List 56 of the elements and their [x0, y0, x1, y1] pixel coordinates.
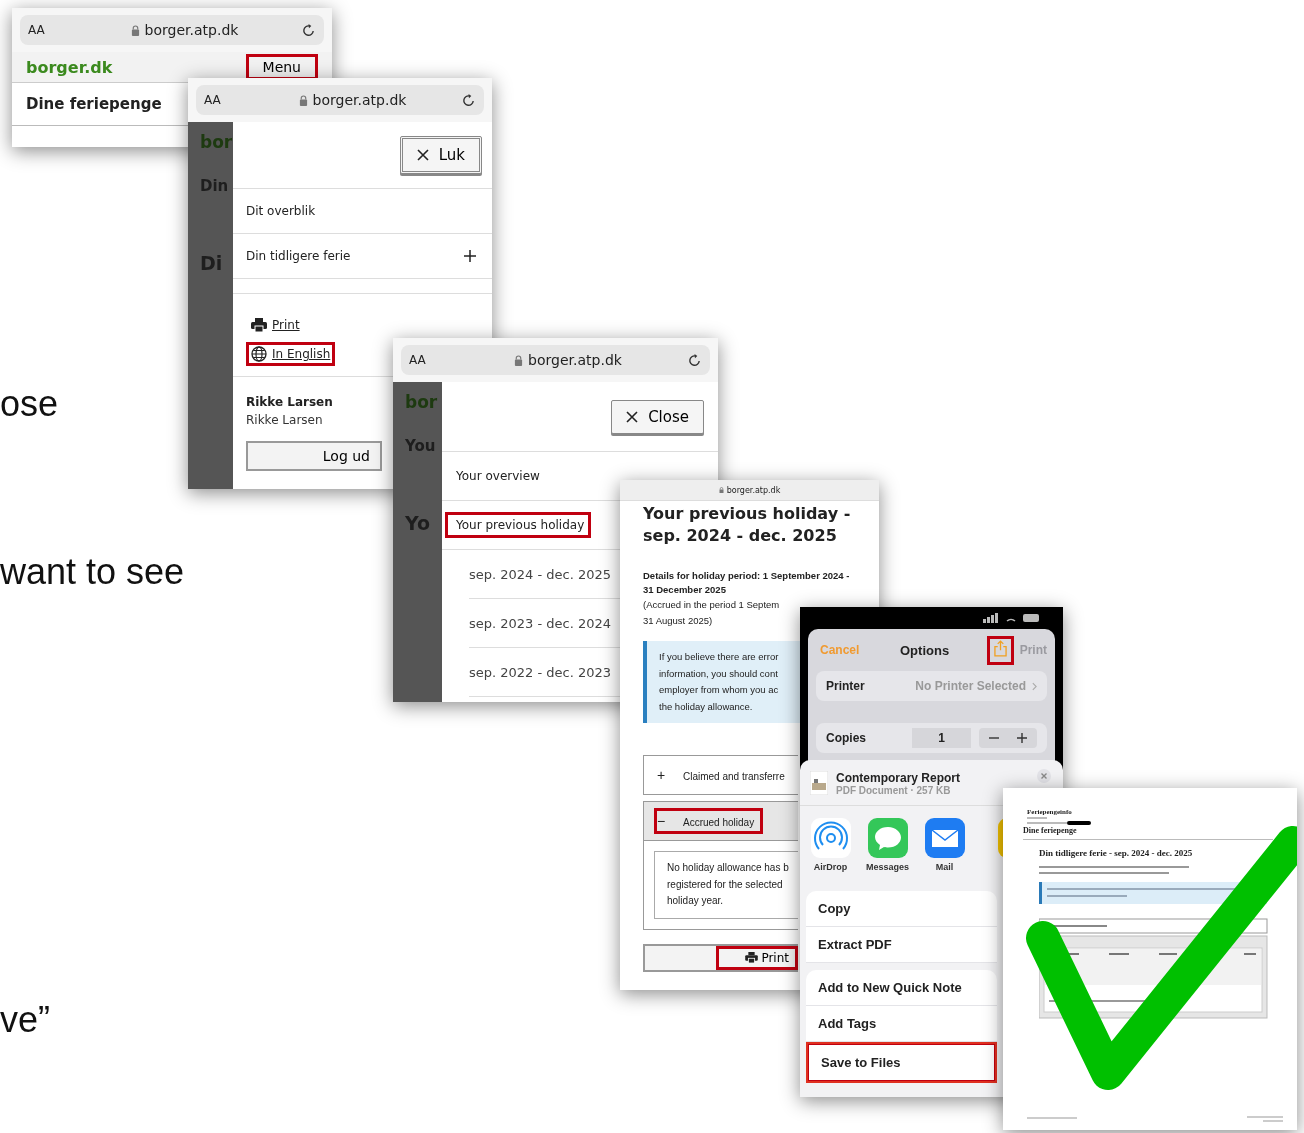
menu-item[interactable]: Dit overblik: [233, 189, 492, 234]
submenu-item[interactable]: sep. 2023 - dec. 2024: [469, 615, 612, 631]
page-fragment: bor: [200, 132, 233, 152]
address-bar[interactable]: AA borger.atp.dk: [196, 85, 484, 115]
empty-state-text: No holiday allowance has b: [667, 861, 790, 875]
print-link[interactable]: Print: [246, 314, 305, 336]
page-fragment: Di: [200, 252, 223, 274]
empty-state-text: registered for the selected: [667, 877, 784, 892]
language-link[interactable]: In English: [246, 342, 336, 366]
document-text: Dine feriepenge: [1023, 826, 1273, 840]
print-button[interactable]: Print: [643, 943, 798, 972]
share-action[interactable]: Add Tags: [806, 1006, 997, 1042]
share-action[interactable]: Copy: [806, 891, 997, 927]
user-name: Rikke Larsen: [246, 395, 333, 409]
share-action[interactable]: Save to Files: [806, 1042, 997, 1083]
close-button[interactable]: Close: [611, 399, 704, 434]
close-button[interactable]: Luk: [399, 136, 482, 174]
share-action[interactable]: Add to New Quick Note: [806, 970, 997, 1006]
submenu-item[interactable]: sep. 2024 - dec. 2025: [469, 566, 612, 582]
address-bar[interactable]: borger.atp.dk: [718, 485, 781, 495]
empty-state-text: holiday year.: [667, 894, 725, 908]
notice-text: the holiday allowance.: [659, 699, 754, 714]
notice-text: employer from whom you ac: [659, 683, 780, 697]
printer-row[interactable]: Printer No Printer Selected: [816, 671, 1047, 701]
notice-text: information, you should cont: [659, 666, 779, 681]
logo[interactable]: borger.dk: [26, 57, 113, 77]
app-label: Messages: [866, 862, 909, 872]
notice-text: If you believe there are error: [659, 650, 780, 664]
sheet-title: Options: [900, 642, 951, 658]
page-fragment: bor: [405, 392, 438, 412]
copies-label: Copies: [826, 731, 867, 745]
menu-item[interactable]: Din tidligere ferie: [233, 234, 492, 279]
accrual-period-text: (Accrued in the period 1 Septem: [643, 598, 781, 612]
menu-item[interactable]: Your overview: [445, 463, 547, 489]
accordion-header[interactable]: + Claimed and transferre: [643, 755, 798, 795]
share-action[interactable]: Extract PDF: [806, 927, 997, 963]
logout-button[interactable]: Log ud: [246, 441, 382, 471]
page-title: Your previous holiday - sep. 2024 - dec. 2025: [643, 503, 852, 547]
menu-item[interactable]: Your previous holiday: [445, 512, 592, 538]
file-name: Contemporary Report: [836, 770, 961, 785]
slide-text: ve”: [0, 998, 50, 1042]
page-fragment: Yo: [405, 512, 431, 534]
address-bar[interactable]: AA borger.atp.dk: [20, 15, 324, 45]
user-subtitle: Rikke Larsen: [246, 413, 323, 427]
menu-button[interactable]: Menu: [245, 54, 318, 80]
submenu-item[interactable]: sep. 2022 - dec. 2023: [469, 664, 612, 680]
app-label: Mail: [935, 862, 954, 872]
address-bar[interactable]: AA borger.atp.dk: [401, 345, 710, 375]
slide-text: want to see: [0, 550, 185, 594]
file-info: PDF Document · 257 KB: [836, 784, 951, 796]
period-details: Details for holiday period: 1 September 2024 - 31 December 2025: [643, 569, 851, 597]
app-label: AirDrop: [813, 862, 848, 872]
copies-field[interactable]: 1: [912, 728, 971, 748]
slide-text: ose: [0, 382, 59, 426]
accrual-period-text: 31 August 2025): [643, 614, 714, 628]
document-heading: Din tidligere ferie - sep. 2024 - dec. 2025: [1039, 848, 1194, 858]
